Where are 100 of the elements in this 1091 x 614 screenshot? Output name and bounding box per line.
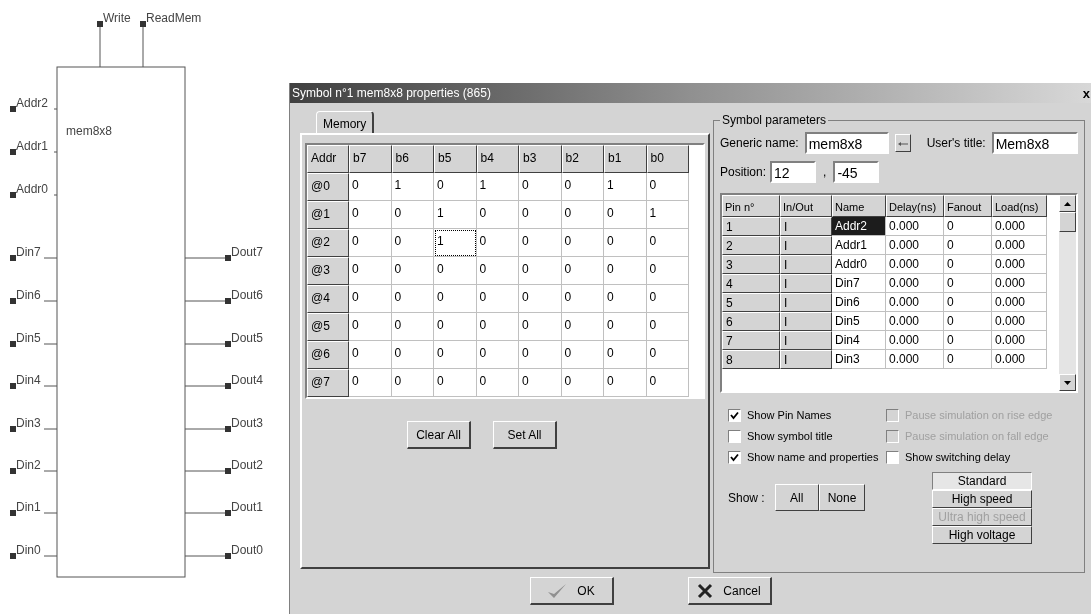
speed-button[interactable]: Standard: [932, 472, 1032, 490]
table-cell[interactable]: 0: [476, 257, 519, 285]
table-cell[interactable]: 0: [391, 313, 434, 341]
pin-label: Dout3: [231, 416, 264, 430]
table-cell[interactable]: 0: [646, 285, 689, 313]
ok-button[interactable]: OK: [529, 577, 614, 605]
action-button[interactable]: Set All: [493, 421, 557, 449]
table-cell[interactable]: 0: [519, 229, 562, 257]
table-cell[interactable]: Din3: [832, 350, 886, 369]
table-cell[interactable]: 0: [434, 369, 477, 397]
table-cell[interactable]: 0: [519, 201, 562, 229]
show-button[interactable]: None: [818, 484, 866, 511]
row-header: @5: [307, 313, 349, 341]
table-cell[interactable]: 0: [561, 285, 604, 313]
table-cell[interactable]: Din5: [832, 312, 886, 331]
show-button[interactable]: All: [774, 484, 819, 511]
table-cell[interactable]: Addr0: [832, 255, 886, 274]
table-cell[interactable]: 0: [561, 201, 604, 229]
table-cell[interactable]: 0: [519, 313, 562, 341]
table-cell[interactable]: 0: [646, 229, 689, 257]
table-cell[interactable]: 0: [519, 285, 562, 313]
table-cell[interactable]: 0: [349, 341, 392, 369]
table-cell[interactable]: 0: [561, 369, 604, 397]
table-cell[interactable]: Din6: [832, 293, 886, 312]
checkbox[interactable]: [728, 451, 741, 464]
table-cell[interactable]: 0: [604, 285, 647, 313]
table-cell[interactable]: 0: [604, 369, 647, 397]
table-cell[interactable]: 0: [476, 201, 519, 229]
table-cell[interactable]: 0: [604, 257, 647, 285]
speed-button[interactable]: High speed: [932, 490, 1032, 508]
table-cell[interactable]: Din4: [832, 331, 886, 350]
table-cell[interactable]: 0: [519, 341, 562, 369]
table-cell[interactable]: 1: [391, 173, 434, 201]
checkbox[interactable]: [728, 430, 741, 443]
table-cell[interactable]: 0: [349, 201, 392, 229]
speed-button[interactable]: High voltage: [932, 526, 1032, 544]
tab[interactable]: Memory: [316, 111, 375, 133]
table-cell[interactable]: 0: [476, 285, 519, 313]
table-cell[interactable]: 0: [434, 285, 477, 313]
table-cell[interactable]: 0: [646, 341, 689, 369]
table-cell[interactable]: 0: [604, 201, 647, 229]
checkbox[interactable]: [728, 409, 741, 422]
table-cell[interactable]: 1: [434, 201, 477, 229]
table-cell[interactable]: 0: [646, 313, 689, 341]
table-cell[interactable]: 0: [476, 313, 519, 341]
table-cell[interactable]: 0: [604, 229, 647, 257]
table-cell[interactable]: 1: [646, 201, 689, 229]
table-cell[interactable]: 0: [561, 341, 604, 369]
table-cell[interactable]: 0: [646, 257, 689, 285]
table-cell[interactable]: 0: [391, 369, 434, 397]
table-cell[interactable]: 0: [391, 257, 434, 285]
input-field[interactable]: Mem8x8: [991, 132, 1078, 154]
table-cell: 0: [944, 236, 992, 255]
scrollbar[interactable]: [1059, 195, 1076, 391]
checkbox[interactable]: [886, 451, 899, 464]
table-cell[interactable]: 0: [434, 257, 477, 285]
table-cell[interactable]: Addr1: [832, 236, 886, 255]
table-cell[interactable]: 0: [561, 173, 604, 201]
input-field[interactable]: mem8x8: [804, 132, 889, 154]
table-cell[interactable]: 1: [604, 173, 647, 201]
arrow-button[interactable]: [894, 134, 911, 152]
table-cell[interactable]: 1: [434, 229, 477, 257]
table-cell[interactable]: 0: [646, 369, 689, 397]
table-cell[interactable]: 0: [434, 341, 477, 369]
table-cell[interactable]: 0: [349, 313, 392, 341]
table-cell[interactable]: 0: [476, 341, 519, 369]
table-cell[interactable]: 0: [519, 173, 562, 201]
table-cell[interactable]: 1: [476, 173, 519, 201]
action-button[interactable]: Clear All: [407, 421, 471, 449]
table-cell[interactable]: 0: [604, 313, 647, 341]
table-cell[interactable]: 0: [646, 173, 689, 201]
input-field[interactable]: -45: [833, 161, 880, 183]
table-cell[interactable]: 0: [561, 257, 604, 285]
table-cell[interactable]: 0: [349, 173, 392, 201]
table-cell[interactable]: 0: [604, 341, 647, 369]
table-cell[interactable]: Din7: [832, 274, 886, 293]
table-cell[interactable]: 0: [519, 257, 562, 285]
scrollbar-thumb[interactable]: [1059, 212, 1076, 232]
table-cell[interactable]: 0: [561, 229, 604, 257]
table-cell[interactable]: 0: [391, 229, 434, 257]
table-cell[interactable]: 0: [349, 285, 392, 313]
table-cell[interactable]: Addr2: [832, 217, 886, 236]
input-field[interactable]: 12: [770, 161, 817, 183]
table-cell[interactable]: 0: [476, 229, 519, 257]
table-cell[interactable]: 0: [391, 341, 434, 369]
pin-label: Dout2: [231, 458, 264, 472]
table-cell[interactable]: 0: [391, 201, 434, 229]
scroll-up-button[interactable]: [1059, 195, 1076, 212]
cancel-button[interactable]: Cancel: [687, 577, 772, 605]
table-cell[interactable]: 0: [349, 257, 392, 285]
table-cell[interactable]: 0: [349, 369, 392, 397]
table-cell[interactable]: 0: [434, 313, 477, 341]
close-button[interactable]: x: [1082, 86, 1091, 100]
table-cell[interactable]: 0: [349, 229, 392, 257]
table-cell[interactable]: 0: [476, 369, 519, 397]
scroll-down-button[interactable]: [1059, 374, 1076, 391]
table-cell[interactable]: 0: [561, 313, 604, 341]
table-cell[interactable]: 0: [519, 369, 562, 397]
table-cell[interactable]: 0: [434, 173, 477, 201]
table-cell[interactable]: 0: [391, 285, 434, 313]
